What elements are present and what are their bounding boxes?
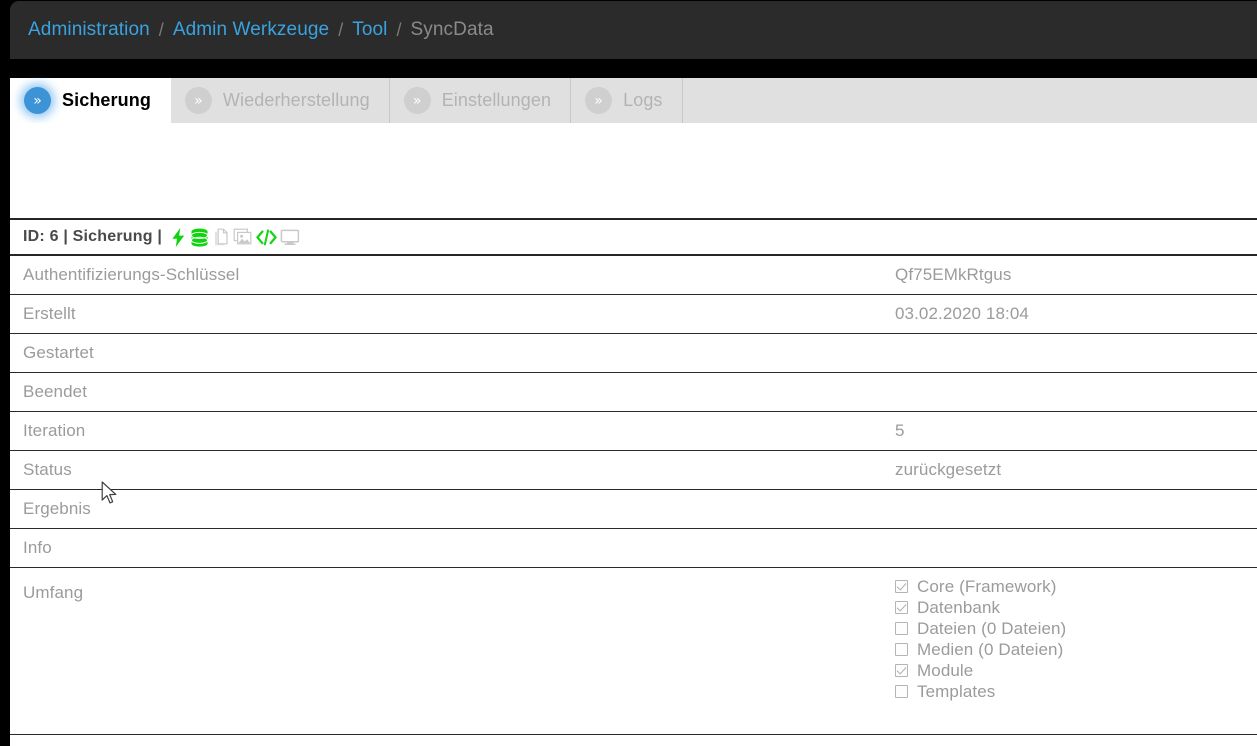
tab-logs[interactable]: » Logs xyxy=(571,78,683,123)
checkbox-indicator[interactable] xyxy=(895,664,908,677)
tab-bar: » Sicherung » Wiederherstellung » Einste… xyxy=(10,78,1257,123)
code-icon xyxy=(256,228,277,245)
breadcrumb-bar: Administration / Admin Werkzeuge / Tool … xyxy=(10,1,1257,59)
checkbox-label: Module xyxy=(917,661,974,680)
tab-label: Logs xyxy=(623,90,663,110)
table-row: Iteration 5 xyxy=(10,412,1257,451)
breadcrumb-separator: / xyxy=(396,19,402,40)
checkbox-indicator[interactable] xyxy=(895,601,908,614)
umfang-checkbox-list: Core (Framework) Datenbank Dateien (0 Da… xyxy=(895,578,1257,700)
row-label: Authentifizierungs-Schlüssel xyxy=(23,265,240,284)
top-header-bar: Administration / Admin Werkzeuge / Tool … xyxy=(0,0,1257,62)
chevron-double-right-icon: » xyxy=(585,87,613,114)
panel-top-spacer xyxy=(10,123,1257,218)
tab-einstellungen[interactable]: » Einstellungen xyxy=(389,78,572,123)
database-icon xyxy=(191,228,208,247)
checkbox-indicator[interactable] xyxy=(895,643,908,656)
row-label: Gestartet xyxy=(23,343,94,362)
tab-sicherung[interactable]: » Sicherung xyxy=(10,78,171,123)
table-row: Info xyxy=(10,529,1257,568)
record-status-icons xyxy=(170,227,300,247)
table-row: Ergebnis xyxy=(10,490,1257,529)
backup-detail-panel: ID: 6 | Sicherung | Authentifizierungs-S… xyxy=(10,123,1257,746)
record-title: ID: 6 | Sicherung | xyxy=(23,228,162,245)
checkbox-label: Datenbank xyxy=(917,598,1001,617)
row-label: Status xyxy=(23,460,72,479)
table-row: Beendet xyxy=(10,373,1257,412)
lightning-bolt-icon xyxy=(172,227,185,247)
table-row: Status zurückgesetzt xyxy=(10,451,1257,490)
breadcrumb-item-tool[interactable]: Tool xyxy=(352,19,387,41)
checkbox-datenbank[interactable]: Datenbank xyxy=(895,599,1257,616)
table-row: Authentifizierungs-Schlüssel Qf75EMkRtgu… xyxy=(10,256,1257,295)
checkbox-templates[interactable]: Templates xyxy=(895,683,1257,700)
chevron-double-right-icon: » xyxy=(24,87,51,114)
row-value: zurückgesetzt xyxy=(895,460,1002,479)
row-label: Iteration xyxy=(23,421,86,440)
checkbox-label: Medien (0 Dateien) xyxy=(917,640,1064,659)
table-row-umfang: Umfang Core (Framework) Datenbank Dateie… xyxy=(10,568,1257,735)
table-row: Gestartet xyxy=(10,334,1257,373)
image-icon xyxy=(233,228,252,244)
checkbox-dateien[interactable]: Dateien (0 Dateien) xyxy=(895,620,1257,637)
tab-bar-filler xyxy=(682,78,1257,123)
checkbox-medien[interactable]: Medien (0 Dateien) xyxy=(895,641,1257,658)
checkbox-indicator[interactable] xyxy=(895,622,908,635)
breadcrumb-separator: / xyxy=(158,19,164,40)
row-value: Qf75EMkRtgus xyxy=(895,265,1012,284)
checkbox-module[interactable]: Module xyxy=(895,662,1257,679)
checkbox-indicator[interactable] xyxy=(895,580,908,593)
row-value: 03.02.2020 18:04 xyxy=(895,304,1029,323)
checkbox-indicator[interactable] xyxy=(895,685,908,698)
table-row: Erstellt 03.02.2020 18:04 xyxy=(10,295,1257,334)
row-label: Erstellt xyxy=(23,304,76,323)
tab-label: Einstellungen xyxy=(441,90,552,110)
breadcrumb-item-admin-werkzeuge[interactable]: Admin Werkzeuge xyxy=(173,19,329,41)
breadcrumb: Administration / Admin Werkzeuge / Tool … xyxy=(28,1,494,59)
chevron-double-right-icon: » xyxy=(403,87,431,114)
checkbox-label: Dateien (0 Dateien) xyxy=(917,619,1067,638)
checkbox-core-framework[interactable]: Core (Framework) xyxy=(895,578,1257,595)
monitor-icon xyxy=(280,229,300,245)
checkbox-label: Templates xyxy=(917,682,996,701)
breadcrumb-item-administration[interactable]: Administration xyxy=(28,19,150,41)
tab-wiederherstellung[interactable]: » Wiederherstellung xyxy=(170,78,390,123)
row-label: Umfang xyxy=(23,583,84,602)
chevron-double-right-icon: » xyxy=(184,87,212,114)
row-label: Info xyxy=(23,538,52,557)
record-header: ID: 6 | Sicherung | xyxy=(10,218,1257,256)
row-value: 5 xyxy=(895,421,905,440)
row-label: Beendet xyxy=(23,382,88,401)
row-label: Ergebnis xyxy=(23,499,91,518)
breadcrumb-item-syncdata: SyncData xyxy=(410,19,494,40)
checkbox-label: Core (Framework) xyxy=(917,577,1057,596)
breadcrumb-separator: / xyxy=(338,19,344,40)
file-icon xyxy=(215,228,228,245)
tab-label: Sicherung xyxy=(62,90,151,110)
tab-label: Wiederherstellung xyxy=(222,90,370,110)
